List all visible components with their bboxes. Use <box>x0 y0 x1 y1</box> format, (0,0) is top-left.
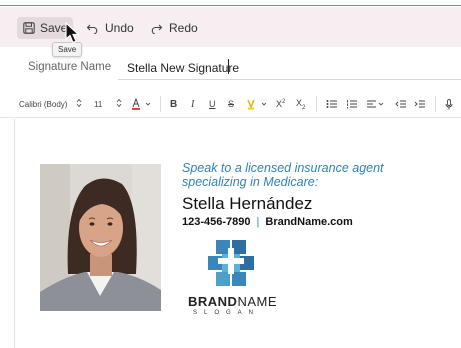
font-color-icon <box>132 98 151 110</box>
font-family-value: Calibri (Body) <box>19 99 68 109</box>
signature-person-name: Stella Hernández <box>182 194 313 213</box>
bold-icon: B <box>170 98 178 110</box>
undo-label: Undo <box>105 21 134 35</box>
toolbar-divider <box>435 96 436 112</box>
undo-button[interactable]: Undo <box>86 17 134 39</box>
highlight-button[interactable] <box>246 97 270 111</box>
subscript-button[interactable]: X2 <box>296 97 305 111</box>
bulleted-list-button[interactable] <box>326 97 338 111</box>
brand-slogan: SLOGAN <box>193 310 261 316</box>
text-caret <box>228 59 229 74</box>
underline-icon: U <box>209 99 216 109</box>
undo-icon <box>86 22 99 34</box>
microphone-icon <box>445 98 453 109</box>
signature-separator: | <box>256 216 260 228</box>
redo-button[interactable]: Redo <box>150 17 198 39</box>
signature-name-row: Signature Name <box>0 54 461 82</box>
redo-icon <box>150 22 163 34</box>
dictate-button[interactable] <box>445 97 453 111</box>
signature-name-input[interactable] <box>118 56 461 80</box>
font-size-value: 11 <box>94 99 103 109</box>
signature-contact-line: 123-456-7890 | BrandName.com <box>182 216 353 228</box>
subscript-icon: X2 <box>296 97 306 111</box>
font-color-button[interactable] <box>131 97 153 111</box>
align-left-icon <box>367 100 384 108</box>
decrease-indent-icon <box>395 100 406 108</box>
brand-logo-cross-icon <box>208 240 254 286</box>
toolbar-divider <box>316 96 317 112</box>
toolbar-divider <box>160 96 161 112</box>
align-button[interactable] <box>366 97 386 111</box>
signature-website: BrandName.com <box>265 216 353 228</box>
bulleted-list-icon <box>326 100 337 108</box>
numbered-list-button[interactable] <box>346 97 358 111</box>
highlighter-icon <box>247 99 267 110</box>
redo-label: Redo <box>169 21 198 35</box>
mouse-pointer-icon <box>65 22 81 44</box>
stepper-icon <box>76 98 82 110</box>
brand-name-regular: NAME <box>237 294 278 309</box>
italic-button[interactable]: I <box>191 97 194 111</box>
signature-phone: 123-456-7890 <box>182 216 251 228</box>
bold-button[interactable]: B <box>170 97 177 111</box>
increase-indent-icon <box>414 100 425 108</box>
italic-icon: I <box>191 98 195 110</box>
font-family-select[interactable]: Calibri (Body) <box>19 97 82 111</box>
increase-indent-button[interactable] <box>414 97 426 111</box>
stepper-icon <box>116 98 122 110</box>
brand-name-bold: BRAND <box>188 294 238 309</box>
formatting-toolbar: Calibri (Body) 11 B I U S X2 X2 <box>0 90 461 118</box>
font-size-select[interactable]: 11 <box>94 97 122 111</box>
signature-tagline: Speak to a licensed insurance agent spec… <box>182 161 384 189</box>
strikethrough-button[interactable]: S <box>228 97 234 111</box>
signature-name-label: Signature Name <box>28 61 112 73</box>
decrease-indent-button[interactable] <box>395 97 407 111</box>
superscript-icon: X2 <box>276 99 286 109</box>
brand-name-logotype: BRANDNAME <box>188 294 277 309</box>
numbered-list-icon <box>347 100 357 109</box>
underline-button[interactable]: U <box>209 97 216 111</box>
superscript-button[interactable]: X2 <box>276 97 285 111</box>
agent-photo <box>40 164 161 311</box>
window-top-border <box>0 0 461 6</box>
save-icon <box>23 22 35 34</box>
strikethrough-icon: S <box>228 99 235 109</box>
